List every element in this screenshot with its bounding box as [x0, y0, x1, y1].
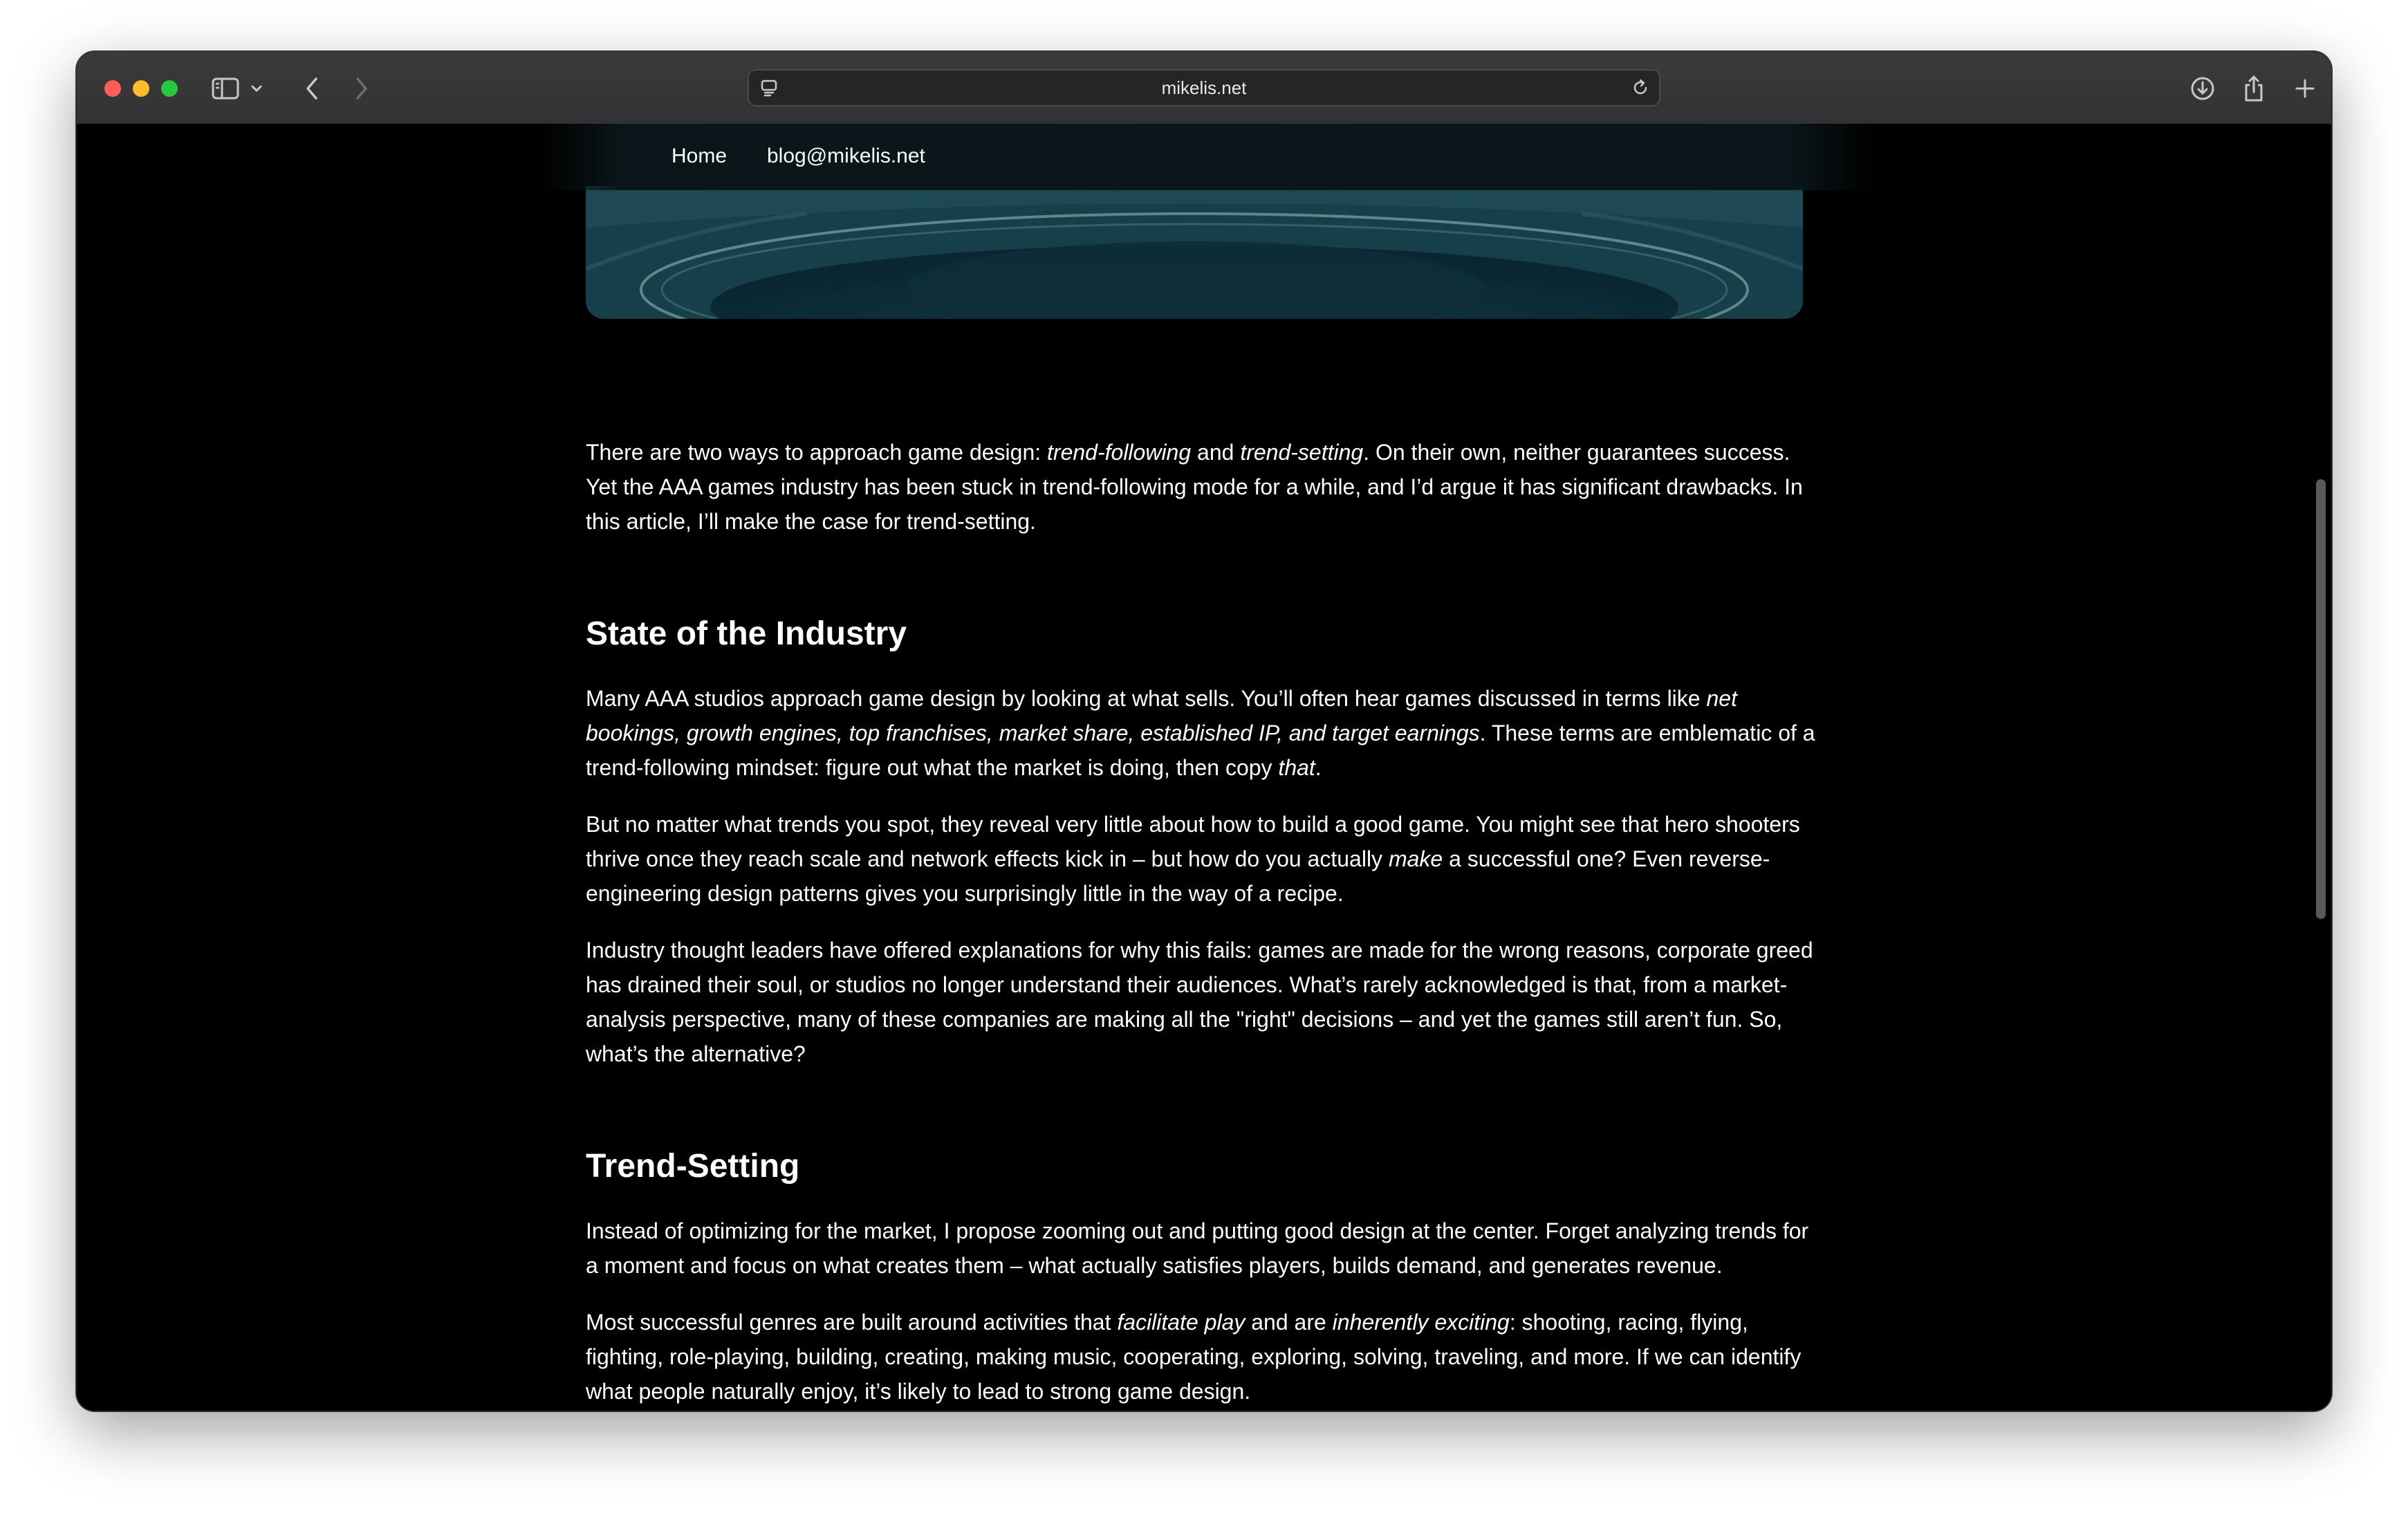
article-body: There are two ways to approach game desi…	[586, 435, 1817, 1411]
back-arrow-icon	[306, 77, 317, 100]
forward-arrow-icon	[356, 77, 367, 100]
sidebar-toggle-button[interactable]	[210, 70, 241, 107]
tab-group-menu-button[interactable]	[248, 70, 265, 107]
state-paragraph-1: Many AAA studios approach game design by…	[586, 686, 1815, 780]
downloads-button[interactable]	[2187, 70, 2218, 107]
browser-toolbar: mikelis.net	[77, 52, 2331, 125]
reload-icon[interactable]	[1631, 79, 1649, 97]
trend-setting-paragraph-1: Instead of optimizing for the market, I …	[586, 1218, 1809, 1278]
close-window-button[interactable]	[104, 80, 121, 97]
vertical-scrollbar[interactable]	[2310, 124, 2331, 1411]
site-navigation: Home blog@mikelis.net	[539, 124, 1873, 190]
sidebar-icon	[212, 77, 239, 100]
intro-paragraph: There are two ways to approach game desi…	[586, 440, 1803, 534]
hero-image	[586, 186, 1803, 319]
browser-window: mikelis.net Home blog@mikelis.net There …	[77, 52, 2331, 1411]
page-viewport: Home blog@mikelis.net There are two ways…	[77, 124, 2331, 1411]
download-icon	[2191, 77, 2214, 100]
scrollbar-thumb[interactable]	[2316, 479, 2326, 919]
share-icon	[2245, 75, 2263, 102]
hero-image-art	[586, 186, 1803, 319]
forward-button[interactable]	[348, 70, 376, 107]
chevron-down-icon	[251, 85, 262, 92]
back-button[interactable]	[298, 70, 326, 107]
state-paragraph-3: Industry thought leaders have offered ex…	[586, 938, 1813, 1066]
url-text[interactable]: mikelis.net	[749, 71, 1659, 105]
trend-setting-paragraph-2: Most successful genres are built around …	[586, 1310, 1802, 1404]
section-heading-trend-setting: Trend-Setting	[586, 1148, 800, 1185]
plus-icon	[2295, 79, 2315, 98]
address-bar[interactable]: mikelis.net	[748, 69, 1660, 106]
nav-email-link[interactable]: blog@mikelis.net	[767, 145, 925, 168]
new-tab-button[interactable]	[2290, 70, 2320, 107]
minimize-window-button[interactable]	[133, 80, 149, 97]
maximize-window-button[interactable]	[161, 80, 178, 97]
share-button[interactable]	[2239, 70, 2269, 107]
nav-home-link[interactable]: Home	[672, 145, 727, 168]
state-paragraph-2: But no matter what trends you spot, they…	[586, 812, 1800, 906]
section-heading-state-of-industry: State of the Industry	[586, 615, 907, 652]
